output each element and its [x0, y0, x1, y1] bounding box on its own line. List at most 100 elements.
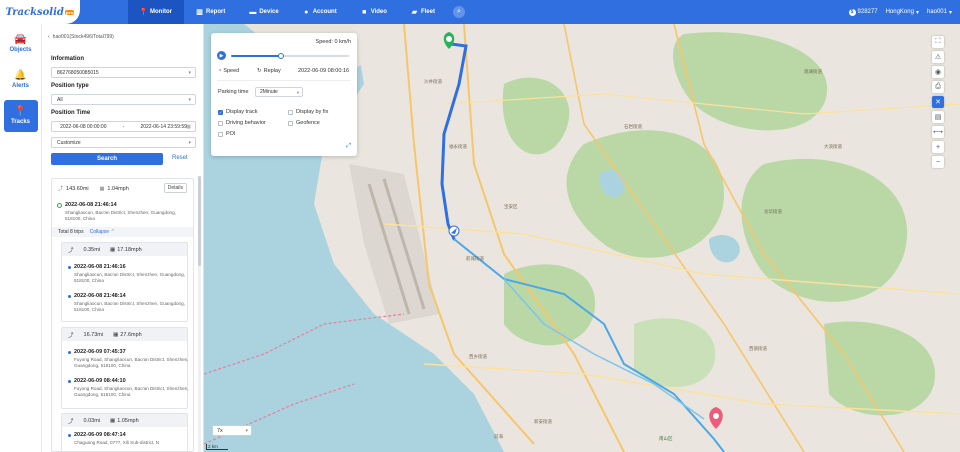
timezone-select[interactable]: HongKong ▾ [886, 9, 919, 16]
position-type-label: Position type [51, 83, 89, 89]
rail-objects[interactable]: 🚘 Objects [4, 28, 38, 60]
trip-start-address: Shangliaocun, Bao'an District, Shenzhen,… [74, 272, 185, 283]
map-label: 新安街道 [534, 419, 552, 424]
information-label: Information [51, 56, 84, 62]
nav-account-label: Account [312, 9, 337, 15]
start-location-icon [57, 202, 62, 208]
speed-readout: Speed: 0 km/h [315, 39, 351, 45]
end-dot-icon [68, 379, 71, 383]
start-time[interactable]: 2022-06-08 00:00:00 [60, 124, 106, 130]
print-icon[interactable]: ⎙ [932, 81, 944, 93]
pin-icon: 📍 [139, 9, 148, 16]
driving-behavior-checkbox[interactable]: Driving behavior [218, 120, 266, 126]
expand-icon[interactable]: ⤢ [346, 143, 351, 150]
date-range-input[interactable]: 2022-06-08 00:00:00 - 2022-06-14 23:59:5… [51, 121, 196, 132]
poi-checkbox[interactable]: POI [218, 131, 235, 137]
reset-button[interactable]: Reset [172, 155, 188, 161]
reservoir [709, 234, 740, 263]
collapse-button[interactable]: Collapse ⌃ [90, 229, 115, 235]
position-type-value: All [57, 96, 63, 103]
map-label: 西乡街道 [469, 354, 487, 359]
park-area [824, 321, 935, 416]
traffic-icon[interactable]: ⚠ [932, 51, 944, 63]
panel-scrollbar[interactable] [198, 176, 201, 452]
map-label: 西丽街道 [749, 346, 767, 351]
chevron-down-icon: ▾ [188, 140, 191, 146]
trip-start-time: 2022-06-08 21:46:16 [74, 264, 126, 270]
geofence-checkbox[interactable]: Geofence [288, 120, 320, 126]
driving-behavior-label: Driving behavior [226, 120, 266, 126]
nav-video[interactable]: ■ Video [349, 0, 399, 24]
nav-device[interactable]: ▬ Device [237, 0, 290, 24]
summary-start-time: 2022-06-08 21:46:14 [65, 202, 117, 208]
device-value: 862768050085015 [57, 69, 99, 76]
user-location-icon[interactable]: ◉ [932, 66, 944, 78]
time-separator: - [122, 123, 125, 130]
layers-icon[interactable]: ▤ [932, 111, 944, 123]
rail-alerts[interactable]: 🔔 Alerts [4, 64, 38, 96]
chart-icon: ▥ [196, 9, 203, 16]
playback-zoom-select[interactable]: 7x ▾ [212, 425, 252, 436]
search-button[interactable]: Search [51, 153, 163, 165]
play-button[interactable]: ▶ [217, 51, 226, 60]
display-by-fix-checkbox[interactable]: Display by fix [288, 109, 328, 115]
video-icon: ■ [362, 8, 367, 16]
fullscreen-icon[interactable]: ⛶ [932, 36, 944, 48]
poi-label: POI [226, 131, 236, 137]
search-icon[interactable]: ⌕ [452, 6, 465, 18]
rail-tracks[interactable]: 📍 Tracks [3, 100, 38, 132]
device-select[interactable]: 862768050085015 ▾ [51, 67, 196, 78]
breadcrumb[interactable]: ‹ hao001(Stock496/Total799) [48, 34, 114, 40]
trip-item[interactable]: ⤴ 0.03mi ▦ 1.05mph 2022-06-09 08:47:14 C… [61, 413, 188, 451]
vehicle-marker-icon [448, 225, 460, 237]
trip-item[interactable]: ⤴ 0.35mi ▦ 17.18mph 2022-06-08 21:46:16 … [61, 242, 188, 322]
brand-badge: pro [64, 9, 75, 15]
trip-start-address: Chaguang Road, 07??, Xili Sub-district, … [74, 440, 160, 445]
trip-item[interactable]: ⤴ 16.73mi ▦ 27.6mph 2022-06-09 07:45:37 … [61, 327, 189, 409]
brand-logo[interactable]: Tracksolid pro [0, 0, 80, 24]
map-type-icon[interactable]: ✕ [932, 96, 944, 108]
map-label: 石岩街道 [624, 124, 642, 129]
trip-distance: 16.73mi [83, 331, 104, 338]
nav-video-label: Video [370, 9, 387, 15]
position-type-select[interactable]: All ▾ [51, 94, 196, 105]
checkbox-icon [218, 131, 223, 137]
speed-icon: ▦ [110, 246, 116, 253]
trip-start: 2022-06-09 08:47:14 [68, 432, 126, 438]
calendar-icon: ▦ [186, 124, 191, 130]
pin-icon: 📍 [14, 106, 27, 117]
nav-report[interactable]: ▥ Report [184, 0, 237, 24]
map-label: 龙华街道 [764, 209, 782, 214]
nav-fleet[interactable]: ▰ Fleet [399, 0, 447, 24]
start-marker-icon [443, 32, 455, 49]
speed-control[interactable]: ◔ Speed [218, 68, 239, 74]
trip-end: 2022-06-09 08:44:10 [68, 378, 126, 384]
playback-slider[interactable] [231, 53, 349, 59]
trip-end-time: 2022-06-09 08:44:10 [74, 378, 126, 384]
trip-distance: 0.35mi [83, 246, 101, 253]
display-track-checkbox[interactable]: ✓ Display track [218, 109, 257, 115]
zoom-in-icon[interactable]: + [932, 141, 944, 153]
nav-monitor[interactable]: 📍 Monitor [128, 0, 184, 24]
user-menu[interactable]: hao001 ▾ [927, 9, 952, 16]
parking-time-select[interactable]: 2Minute ▾ [255, 87, 303, 97]
chevron-up-icon: ⌃ [110, 229, 115, 235]
range-mode-select[interactable]: Customize ▾ [51, 137, 196, 148]
top-nav-bar: Tracksolid pro 📍 Monitor ▥ Report ▬ Devi… [0, 0, 960, 24]
map-label: 大浪街道 [824, 144, 842, 149]
nav-account[interactable]: ● Account [291, 0, 349, 24]
balance[interactable]: $ 928277 [848, 8, 878, 16]
trip-end-address: Fuyong Road, Shangliaocun, Bao'an Distri… [74, 386, 189, 397]
scrollbar-thumb[interactable] [198, 176, 201, 266]
replay-label: Replay [263, 68, 281, 74]
zoom-out-icon[interactable]: − [932, 156, 944, 168]
details-button[interactable]: Details [163, 183, 187, 193]
playback-slider-handle[interactable] [277, 53, 284, 59]
end-time[interactable]: 2022-06-14 23:59:59 [140, 124, 186, 130]
collapse-label: Collapse [89, 229, 110, 235]
ruler-icon[interactable]: ⟷ [932, 126, 944, 138]
route-icon: ⤴ [68, 332, 74, 339]
map-scale: 2 km [206, 444, 228, 450]
replay-button[interactable]: ↻ Replay [257, 68, 281, 74]
car-icon: ▬ [249, 8, 257, 16]
